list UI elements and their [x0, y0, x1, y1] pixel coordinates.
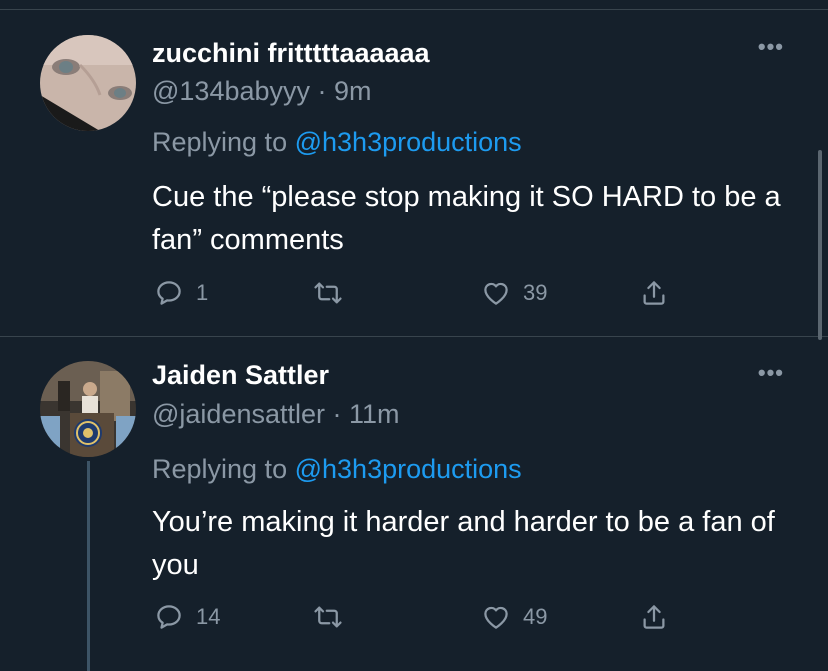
- tweet-text: You’re making it harder and harder to be…: [152, 506, 775, 581]
- retweet-icon: [314, 282, 342, 304]
- like-count: 39: [523, 280, 548, 305]
- action-bar: 14 49: [0, 599, 828, 635]
- action-bar: 1 39: [0, 275, 828, 311]
- username[interactable]: @134babyyy: [152, 76, 310, 106]
- avatar[interactable]: [40, 361, 136, 457]
- reply-button[interactable]: 1: [154, 275, 208, 311]
- replying-to: Replying to @h3h3productions: [152, 127, 522, 158]
- reply-icon: [157, 281, 181, 305]
- reply-count: 14: [196, 604, 221, 629]
- retweet-button[interactable]: [313, 275, 355, 311]
- share-button[interactable]: [639, 599, 669, 635]
- like-button[interactable]: 49: [481, 599, 547, 635]
- timestamp[interactable]: 11m: [349, 399, 400, 429]
- reply-button[interactable]: 14: [154, 599, 220, 635]
- replying-to: Replying to @h3h3productions: [152, 454, 522, 485]
- tweet-text: Cue the “please stop making it SO HARD t…: [152, 181, 781, 256]
- separator: ·: [325, 399, 349, 429]
- timestamp[interactable]: 9m: [334, 76, 372, 106]
- share-button[interactable]: [639, 275, 669, 311]
- mention-link[interactable]: @h3h3productions: [295, 127, 522, 157]
- tweet[interactable]: zucchini fritttttaaaaaa @134babyyy · 9m …: [0, 10, 828, 336]
- replying-label: Replying to: [152, 454, 288, 484]
- reply-count: 1: [196, 280, 209, 305]
- display-name[interactable]: Jaiden Sattler: [152, 360, 329, 391]
- separator: ·: [310, 76, 335, 106]
- scrollbar[interactable]: [818, 150, 822, 340]
- more-icon[interactable]: •••: [758, 360, 784, 386]
- display-name[interactable]: zucchini fritttttaaaaaa: [152, 38, 430, 69]
- replying-label: Replying to: [152, 127, 288, 157]
- like-icon: [484, 606, 508, 629]
- like-button[interactable]: 39: [481, 275, 547, 311]
- username[interactable]: @jaidensattler: [152, 399, 325, 429]
- retweet-icon: [314, 606, 342, 628]
- like-count: 49: [523, 604, 548, 629]
- share-icon: [643, 605, 665, 629]
- mention-link[interactable]: @h3h3productions: [295, 454, 522, 484]
- handle-line: @134babyyy · 9m: [152, 76, 372, 107]
- like-icon: [484, 282, 508, 305]
- retweet-button[interactable]: [313, 599, 355, 635]
- handle-line: @jaidensattler · 11m: [152, 399, 400, 430]
- reply-icon: [157, 605, 181, 629]
- tweet[interactable]: Jaiden Sattler @jaidensattler · 11m ••• …: [0, 337, 828, 671]
- thread-line: [87, 461, 90, 671]
- more-icon[interactable]: •••: [758, 34, 784, 60]
- avatar[interactable]: [40, 35, 136, 131]
- share-icon: [643, 281, 665, 305]
